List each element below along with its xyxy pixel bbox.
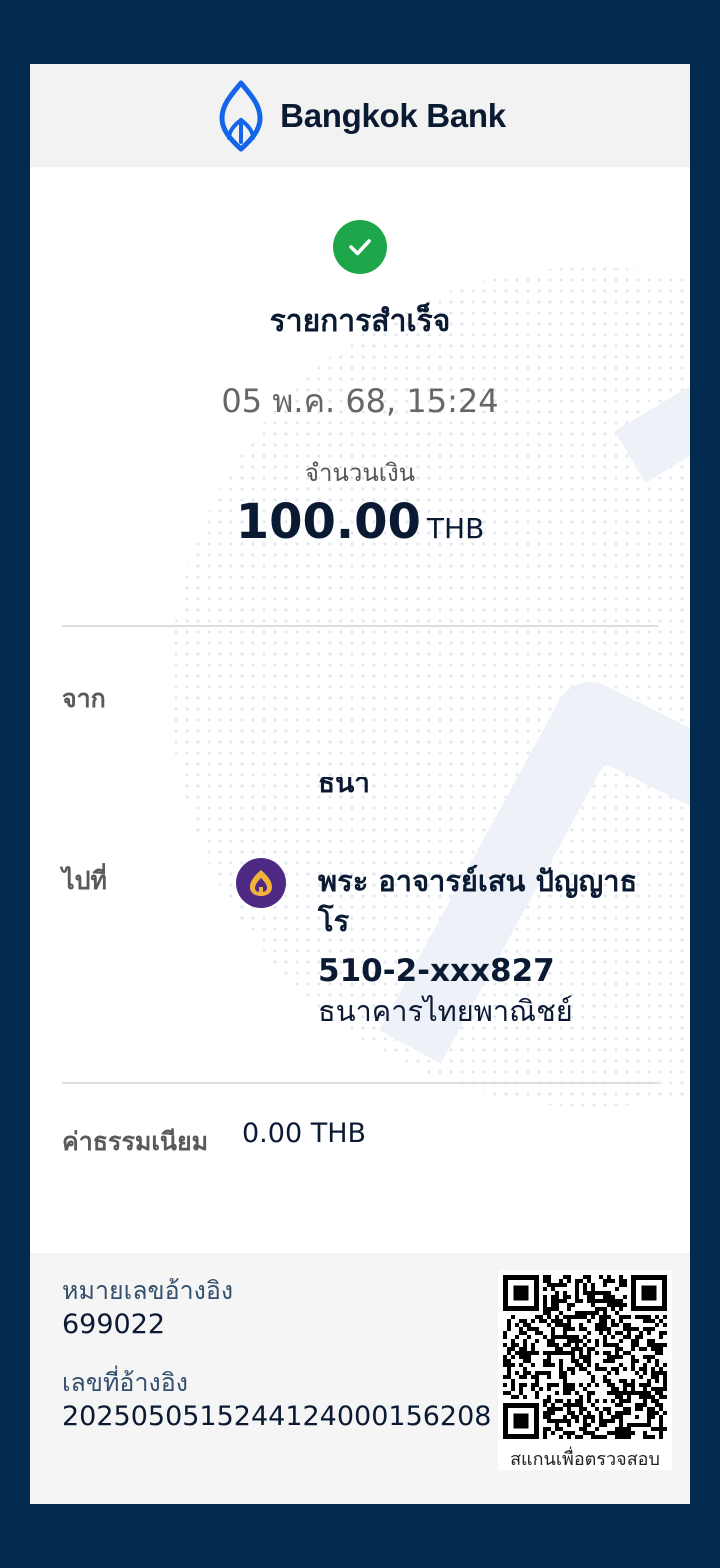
recipient-account: 510-2-xxx827 xyxy=(318,953,555,989)
qr-code-icon[interactable] xyxy=(503,1275,667,1439)
divider xyxy=(62,1082,658,1084)
from-label: จาก xyxy=(62,684,106,713)
recipient-details: พระ อาจารย์เสน ปัญญาธโร 510-2-xxx827 ธนา… xyxy=(318,861,658,1031)
reference-id-label: เลขที่อ้างอิง xyxy=(62,1368,188,1397)
check-circle-icon xyxy=(333,220,387,274)
slip-header: Bangkok Bank xyxy=(30,64,690,167)
siam-commercial-bank-icon xyxy=(236,858,286,908)
status-title: รายการสำเร็จ xyxy=(269,304,451,339)
bangkok-bank-lotus-logo-icon xyxy=(219,80,263,151)
fee-label: ค่าธรรมเนียม xyxy=(62,1127,209,1156)
recipient-name: พระ อาจารย์เสน ปัญญาธโร xyxy=(318,864,638,938)
amount: 100.00 THB xyxy=(30,494,690,550)
qr-caption: สแกนเพื่อตรวจสอบ xyxy=(510,1449,660,1470)
reference-id-value: 2025050515244124000156208 xyxy=(62,1401,492,1432)
reference-number-label: หมายเลขอ้างอิง xyxy=(62,1276,234,1305)
amount-label: จำนวนเงิน xyxy=(304,459,416,487)
amount-currency: THB xyxy=(426,512,485,545)
qr-code-panel[interactable]: สแกนเพื่อตรวจสอบ xyxy=(498,1270,672,1470)
from-account-clipped: ธนา xyxy=(318,777,370,799)
transaction-datetime: 05 พ.ค. 68, 15:24 xyxy=(221,382,499,420)
reference-number-value: 699022 xyxy=(62,1309,166,1340)
divider xyxy=(62,625,658,627)
reference-footer: หมายเลขอ้างอิง 699022 เลขที่อ้างอิง 2025… xyxy=(30,1253,690,1504)
to-label: ไปที่ xyxy=(62,866,107,895)
amount-value: 100.00 xyxy=(235,494,421,550)
slip-card: Bangkok Bank รายการสำเร็จ 05 พ.ค. 68, 15… xyxy=(30,64,690,1504)
brand-name: Bangkok Bank xyxy=(280,96,506,134)
fee-value: 0.00 THB xyxy=(242,1118,367,1149)
recipient-bank: ธนาคารไทยพาณิชย์ xyxy=(318,994,573,1028)
bank-logo: Bangkok Bank xyxy=(214,80,506,152)
